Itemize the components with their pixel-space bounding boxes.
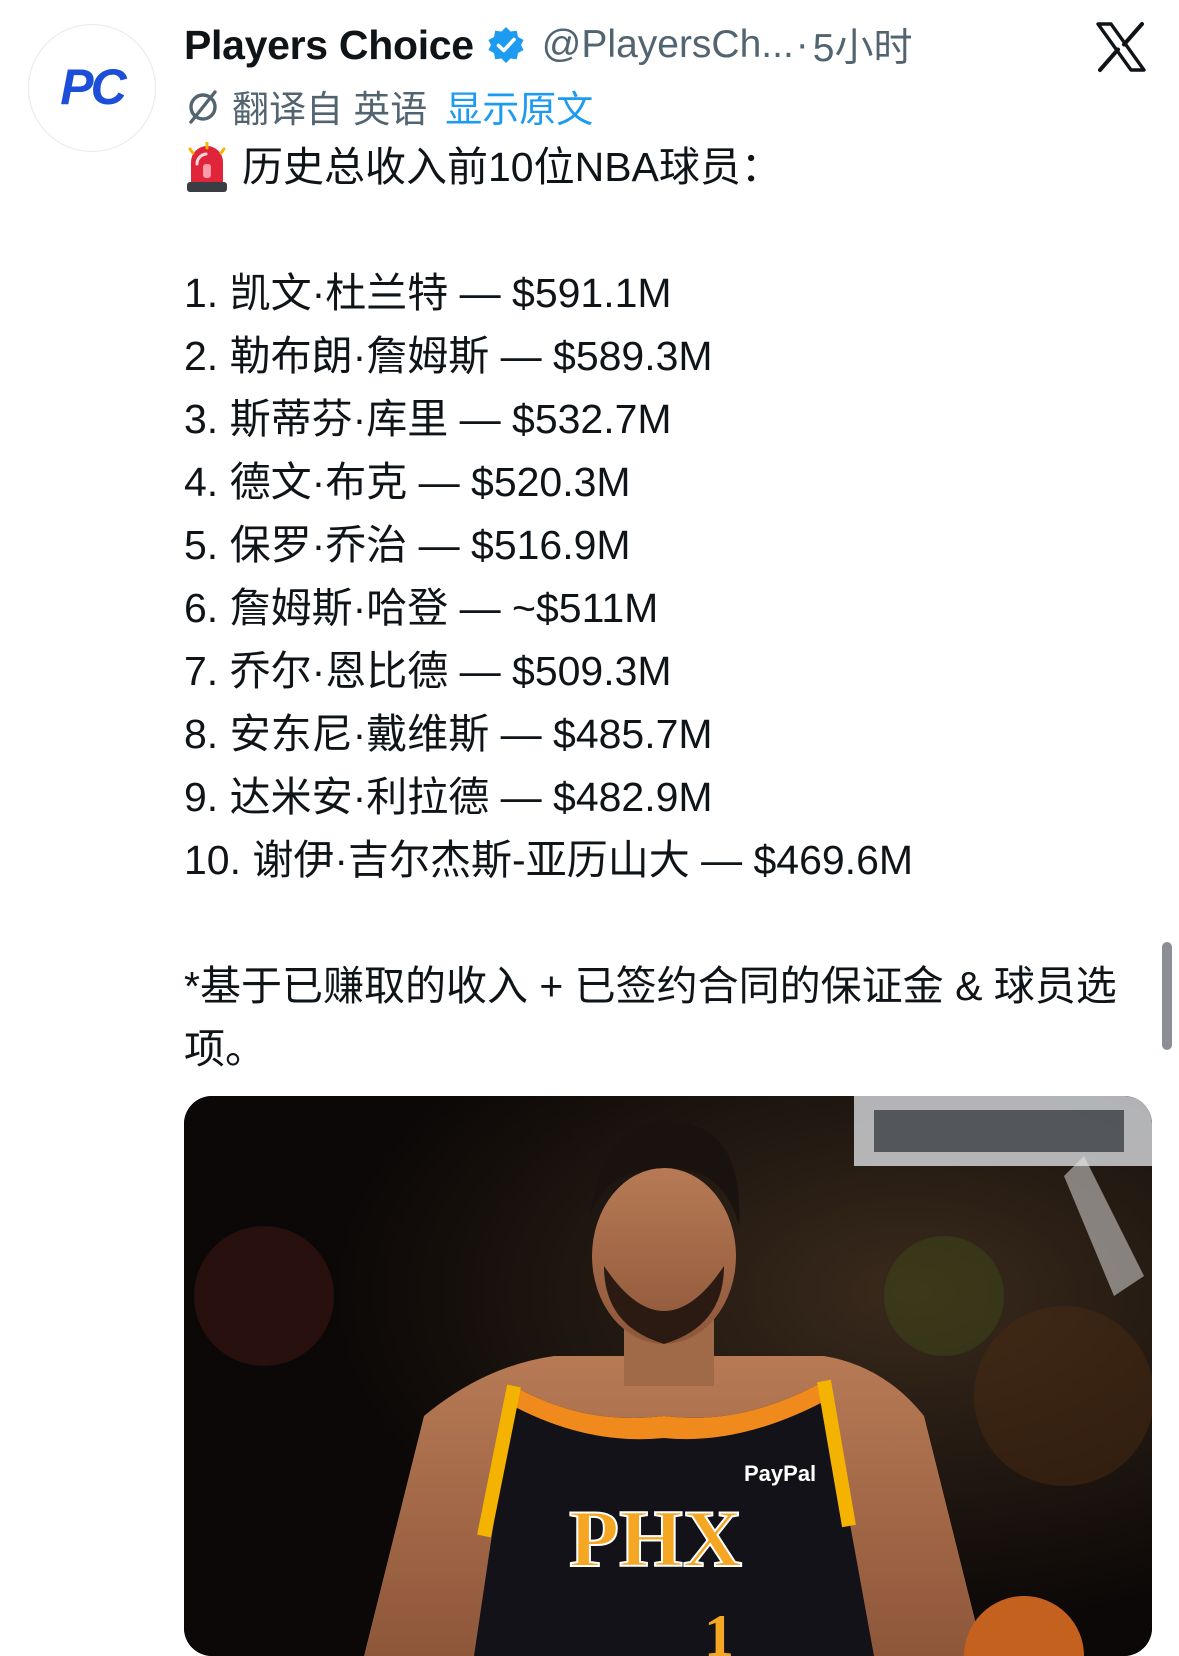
x-logo-icon[interactable] (1094, 20, 1148, 74)
avatar[interactable]: PC (28, 24, 156, 152)
post-time[interactable]: 5小时 (813, 17, 913, 73)
ranking-item: 6. 詹姆斯·哈登 — ~$511M (184, 585, 659, 631)
show-original-link[interactable]: 显示原文 (445, 79, 593, 133)
ranking-item: 10. 谢伊·吉尔杰斯-亚历山大 — $469.6M (184, 837, 914, 883)
ranking-item: 5. 保罗·乔治 — $516.9M (184, 522, 631, 568)
tweet-media-photo[interactable]: PayPal PHX 1 (184, 1096, 1152, 1656)
ranking-item: 3. 斯蒂芬·库里 — $532.7M (184, 396, 672, 442)
players-choice-logo-icon: PC (60, 64, 130, 112)
separator-dot: · (795, 23, 809, 66)
verified-badge-icon (486, 25, 526, 65)
author-name[interactable]: Players Choice (184, 22, 474, 69)
tweet-footnote: *基于已赚取的收入 + 已签约合同的保证金 & 球员选项。 (184, 963, 1117, 1072)
tweet-header: Players Choice @PlayersCh... · 5小时 (184, 14, 913, 76)
ranking-item: 8. 安东尼·戴维斯 — $485.7M (184, 711, 713, 757)
svg-text:PC: PC (60, 64, 127, 112)
tweet-heading: 历史总收入前10位NBA球员： (184, 136, 1124, 199)
tweet-body: 历史总收入前10位NBA球员： 1. 凯文·杜兰特 — $591.1M 2. 勒… (184, 136, 1124, 1081)
author-handle[interactable]: @PlayersCh... (542, 23, 794, 67)
ranking-item: 4. 德文·布克 — $520.3M (184, 459, 631, 505)
ranking-item: 7. 乔尔·恩比德 — $509.3M (184, 648, 672, 694)
translate-icon (184, 87, 222, 125)
heading-text: 历史总收入前10位NBA球员： (242, 144, 782, 190)
jersey-number-text: 1 (704, 1603, 734, 1656)
ranking-item: 2. 勒布朗·詹姆斯 — $589.3M (184, 333, 713, 379)
jersey-sponsor-text: PayPal (744, 1461, 816, 1486)
siren-emoji-icon (184, 141, 230, 194)
scrollbar[interactable] (1162, 942, 1172, 1050)
translated-from-label: 翻译自 英语 (232, 89, 428, 130)
ranking-item: 9. 达米安·利拉德 — $482.9M (184, 774, 713, 820)
jersey-team-text: PHX (569, 1493, 742, 1584)
translation-bar: 翻译自 英语 显示原文 (184, 80, 593, 132)
ranking-item: 1. 凯文·杜兰特 — $591.1M (184, 270, 672, 316)
